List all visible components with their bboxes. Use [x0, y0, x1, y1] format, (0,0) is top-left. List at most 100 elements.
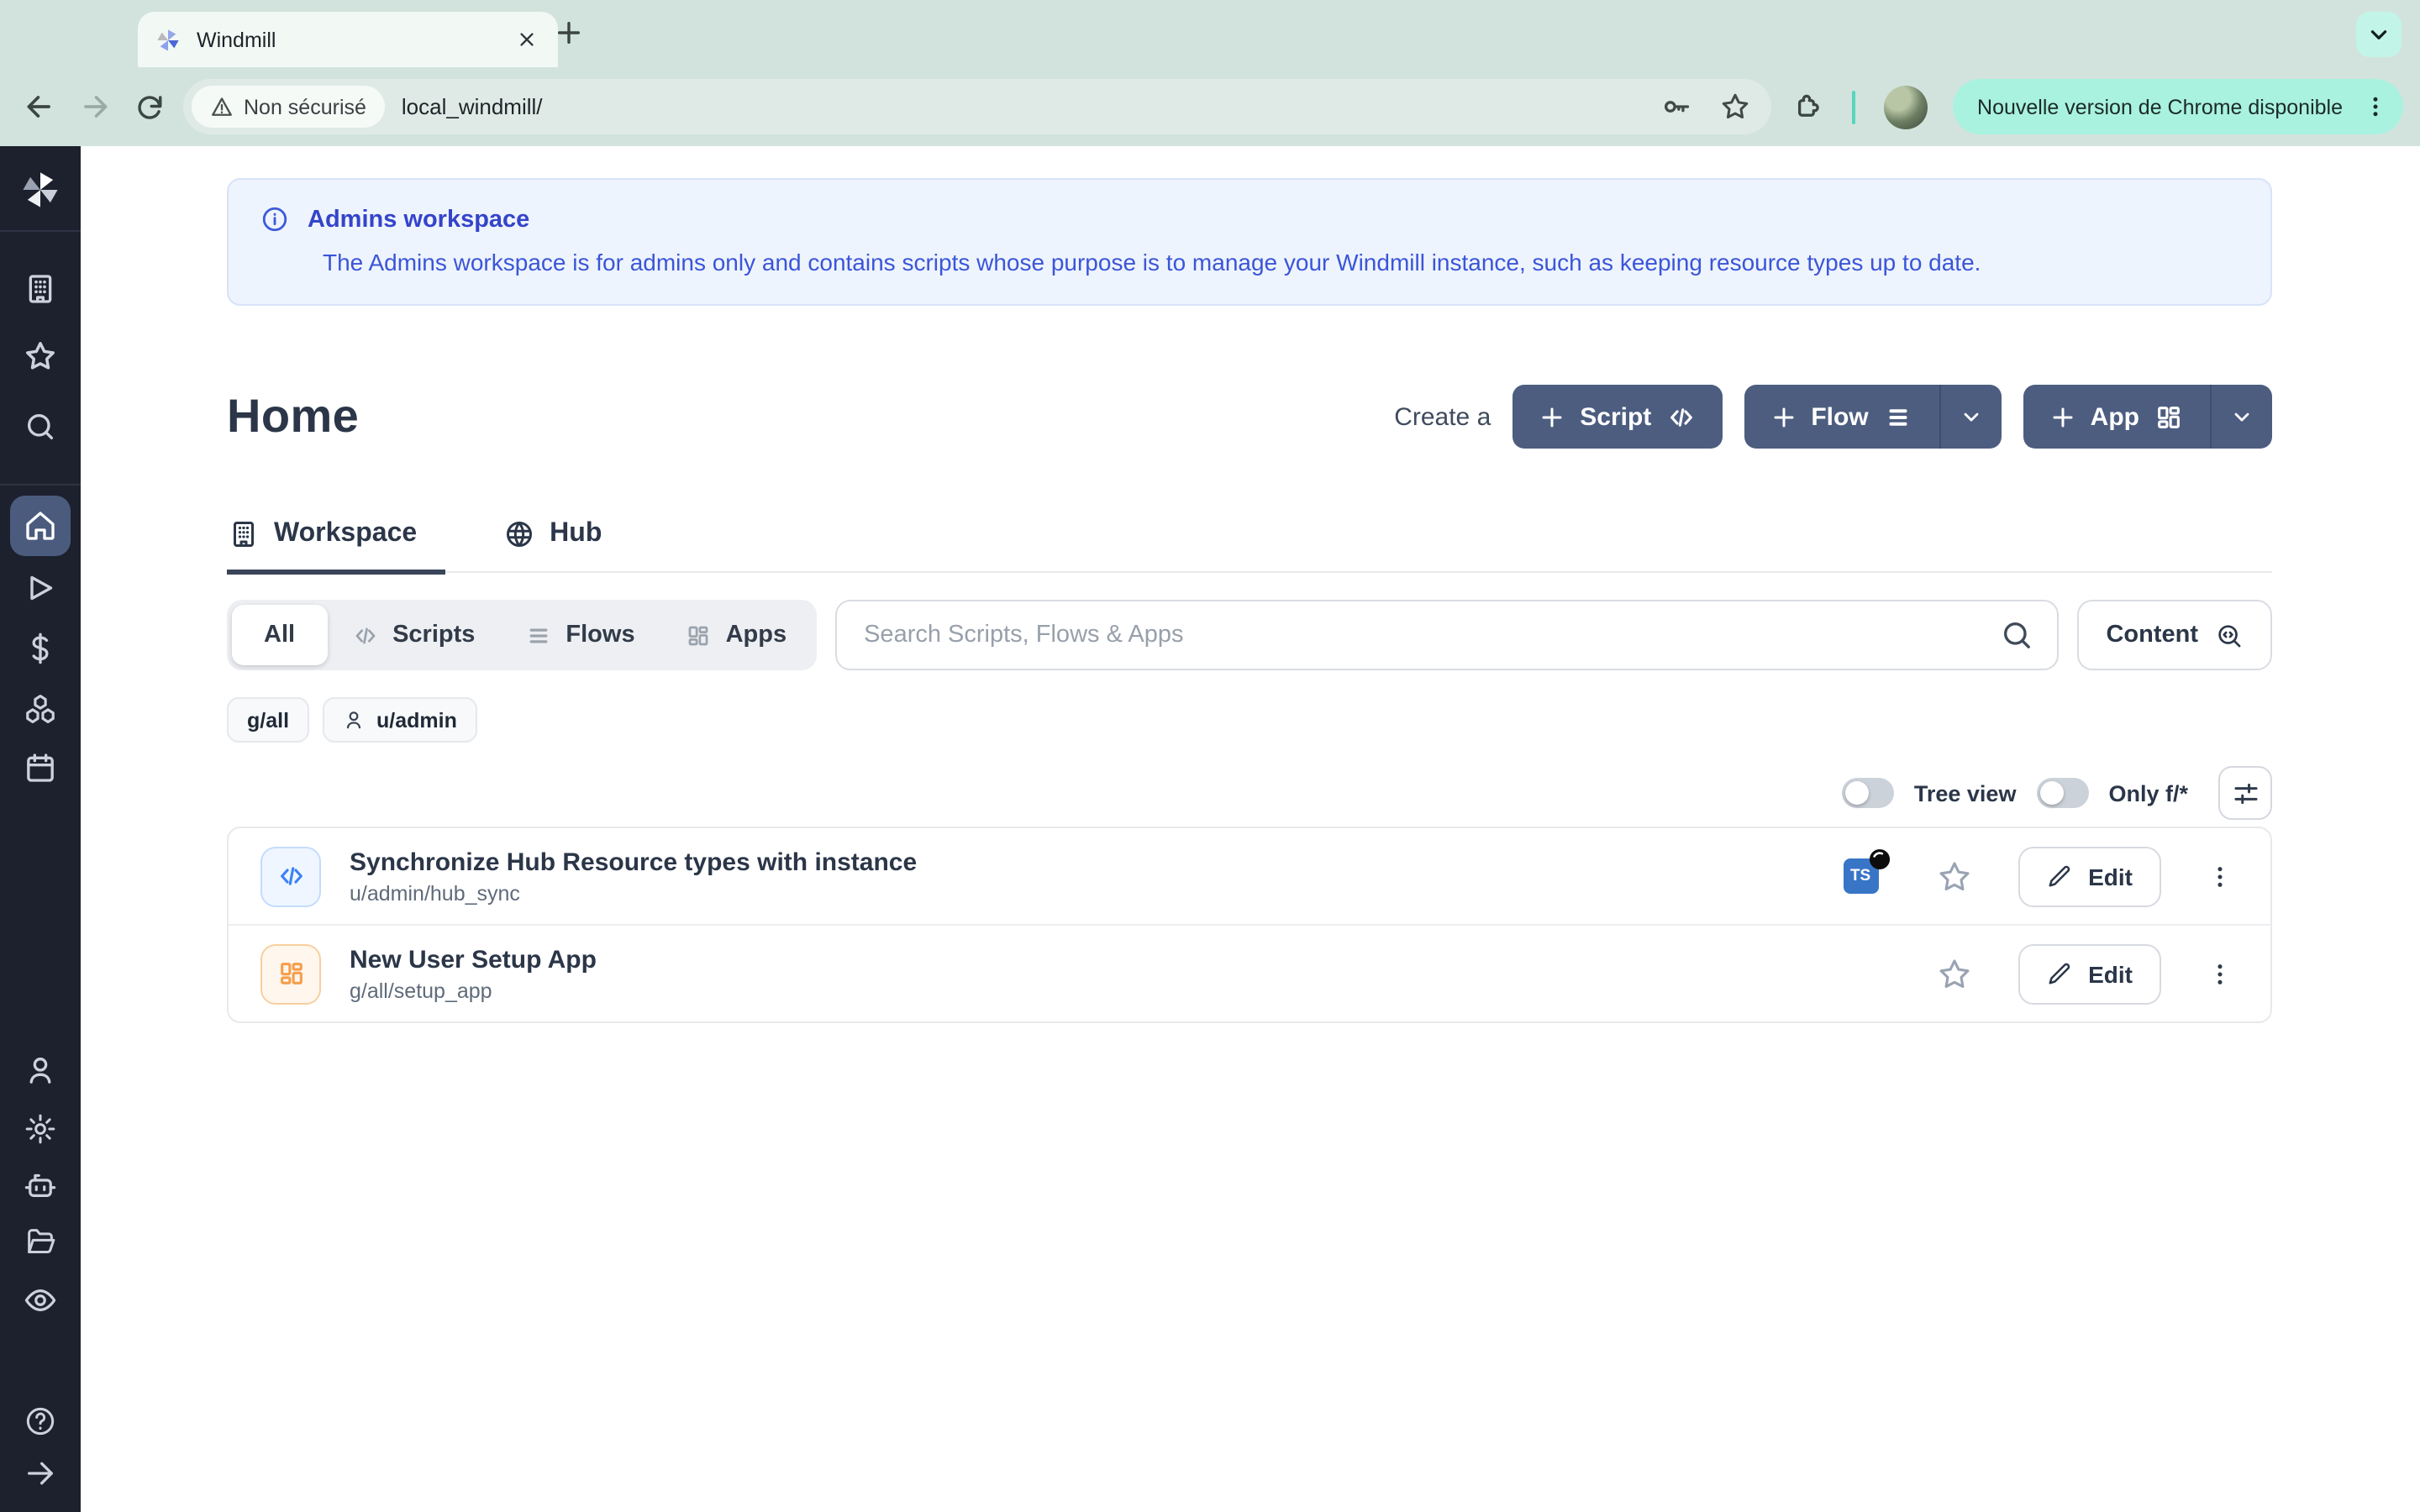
flow-button-label: Flow — [1811, 402, 1868, 431]
create-flow-button[interactable]: Flow — [1744, 385, 1939, 449]
extensions-puzzle-icon[interactable] — [1789, 90, 1823, 123]
sidebar-item-workers[interactable] — [23, 1168, 58, 1204]
create-a-label: Create a — [1394, 402, 1491, 431]
filter-all[interactable]: All — [232, 605, 327, 665]
flow-dropdown-caret[interactable] — [1939, 385, 2002, 449]
sidebar-item-users[interactable] — [24, 1053, 57, 1087]
tree-view-label: Tree view — [1914, 780, 2017, 806]
sidebar-divider — [0, 230, 81, 232]
app-dropdown-caret[interactable] — [2210, 385, 2272, 449]
sidebar-item-variables[interactable] — [24, 632, 57, 665]
password-key-icon[interactable] — [1660, 91, 1691, 123]
new-tab-icon[interactable] — [555, 18, 583, 47]
sidebar-item-settings[interactable] — [24, 1112, 57, 1146]
app-window: Admins workspace The Admins workspace is… — [0, 146, 2420, 1512]
list-item[interactable]: New User Setup App g/all/setup_app Edit — [229, 924, 2270, 1021]
items-list: Synchronize Hub Resource types with inst… — [227, 827, 2272, 1023]
create-app-button-group: App — [2023, 385, 2272, 449]
plus-icon — [1539, 404, 1565, 429]
app-type-icon — [260, 943, 321, 1004]
sidebar-expand-icon[interactable] — [24, 1457, 57, 1490]
update-label: Nouvelle version de Chrome disponible — [1977, 95, 2343, 118]
item-path: g/all/setup_app — [350, 979, 597, 1002]
owner-chips: g/all u/admin — [227, 697, 2272, 743]
sidebar-item-favorites[interactable] — [23, 339, 58, 374]
tab-workspace[interactable]: Workspace — [227, 519, 445, 575]
pencil-icon — [2046, 864, 2071, 889]
browser-tab[interactable]: Windmill — [138, 12, 558, 67]
main-content: Admins workspace The Admins workspace is… — [81, 146, 2420, 1512]
filter-all-label: All — [264, 622, 295, 648]
browser-menu-kebab-icon[interactable] — [2363, 94, 2388, 119]
item-menu-kebab-icon[interactable] — [2198, 854, 2242, 898]
item-menu-kebab-icon[interactable] — [2198, 952, 2242, 995]
badge-placeholder — [1843, 956, 1878, 991]
view-toggles: Tree view Only f/* — [227, 766, 2272, 820]
only-f-label: Only f/* — [2108, 780, 2188, 806]
edit-button[interactable]: Edit — [2018, 846, 2161, 906]
script-type-icon — [260, 846, 321, 906]
bookmark-star-icon[interactable] — [1718, 91, 1750, 123]
filter-apps[interactable]: Apps — [660, 605, 813, 665]
sidebar-item-resources[interactable] — [23, 691, 58, 727]
search-icon[interactable] — [2000, 618, 2033, 652]
chrome-update-button[interactable]: Nouvelle version de Chrome disponible — [1952, 79, 2403, 134]
chip-u-admin[interactable]: u/admin — [323, 697, 477, 743]
item-path: u/admin/hub_sync — [350, 881, 917, 905]
favorite-star-icon[interactable] — [1935, 955, 1972, 992]
help-icon[interactable] — [24, 1404, 57, 1438]
sidebar-item-schedules[interactable] — [24, 751, 57, 785]
profile-separator — [1851, 90, 1854, 123]
tree-view-toggle[interactable] — [1842, 778, 1894, 808]
sidebar-item-home[interactable] — [24, 509, 57, 543]
sidebar-item-runs[interactable] — [24, 571, 57, 605]
list-item[interactable]: Synchronize Hub Resource types with inst… — [229, 828, 2270, 924]
tab-close-icon[interactable] — [511, 24, 541, 55]
security-chip[interactable]: Non sécurisé — [192, 86, 385, 128]
sidebar-item-search[interactable] — [24, 410, 57, 444]
address-bar[interactable]: Non sécurisé local_windmill/ — [183, 79, 1770, 134]
sidebar — [0, 146, 81, 1512]
edit-button[interactable]: Edit — [2018, 943, 2161, 1004]
content-search-button[interactable]: Content — [2077, 600, 2272, 670]
filter-scripts[interactable]: Scripts — [327, 605, 500, 665]
only-f-toggle[interactable] — [2036, 778, 2088, 808]
banner-body: The Admins workspace is for admins only … — [323, 249, 2238, 276]
warning-icon — [210, 95, 234, 118]
mouse-cursor — [1865, 845, 1893, 874]
sidebar-item-workspace[interactable] — [24, 272, 57, 306]
filter-flows[interactable]: Flows — [500, 605, 660, 665]
hub-globe-icon — [504, 519, 534, 549]
item-title[interactable]: Synchronize Hub Resource types with inst… — [350, 848, 917, 876]
code-icon — [352, 622, 377, 648]
display-settings-button[interactable] — [2218, 766, 2272, 820]
create-script-button[interactable]: Script — [1512, 385, 1722, 449]
banner-title: Admins workspace — [308, 206, 529, 233]
sidebar-item-audit-logs[interactable] — [23, 1283, 58, 1318]
page-title: Home — [227, 390, 359, 444]
screen: Windmill Non sécurisé local_windmill/ — [0, 0, 2420, 1512]
tab-hub[interactable]: Hub — [502, 519, 630, 575]
kind-filter-segmented: All Scripts Flows Apps — [227, 600, 817, 670]
tab-search-icon[interactable] — [2356, 12, 2402, 57]
item-title[interactable]: New User Setup App — [350, 945, 597, 974]
security-label: Non sécurisé — [244, 95, 366, 118]
windmill-logo-icon[interactable] — [18, 168, 62, 212]
edit-button-label: Edit — [2088, 960, 2133, 987]
chip-u-admin-label: u/admin — [376, 708, 457, 732]
favorite-star-icon[interactable] — [1935, 858, 1972, 895]
back-icon[interactable] — [17, 85, 60, 129]
edit-button-label: Edit — [2088, 863, 2133, 890]
filter-flows-label: Flows — [566, 622, 634, 648]
create-app-button[interactable]: App — [2023, 385, 2210, 449]
chevron-down-icon — [2230, 405, 2254, 428]
url-text[interactable]: local_windmill/ — [402, 94, 1633, 119]
admins-workspace-banner: Admins workspace The Admins workspace is… — [227, 178, 2272, 306]
app-grid-icon — [686, 622, 711, 648]
chip-g-all[interactable]: g/all — [227, 697, 309, 743]
reload-icon[interactable] — [128, 85, 171, 129]
search-input[interactable] — [860, 620, 2000, 650]
sidebar-item-folders[interactable] — [24, 1225, 57, 1258]
forward-icon[interactable] — [72, 85, 116, 129]
profile-avatar[interactable] — [1883, 85, 1927, 129]
